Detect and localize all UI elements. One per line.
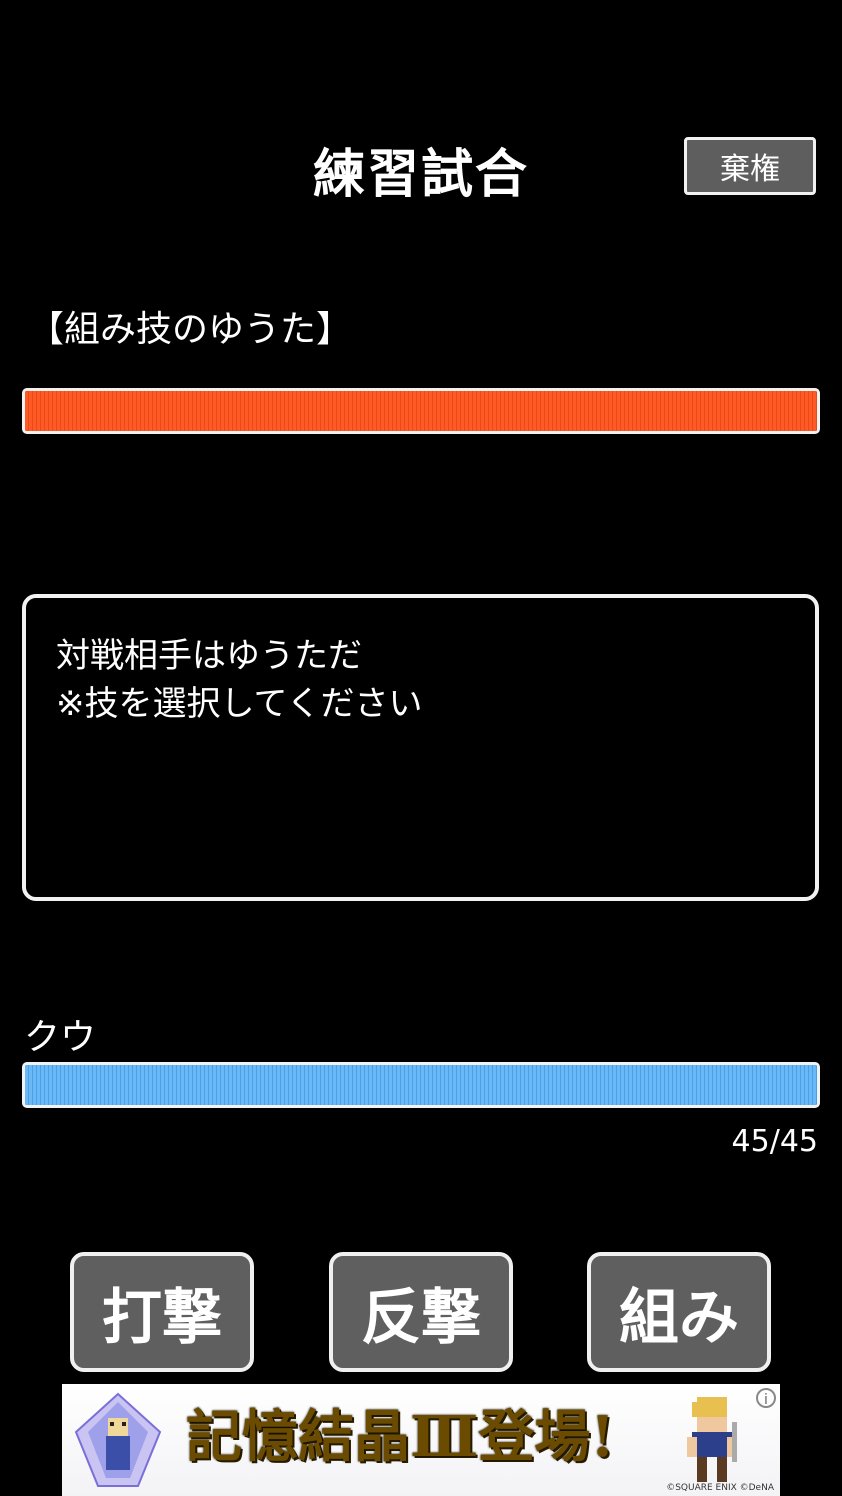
hp-separator: /	[769, 1124, 780, 1159]
crystal-character-icon	[74, 1392, 162, 1487]
enemy-hp-fill	[25, 391, 817, 431]
message-line-1: 対戦相手はゆうただ	[56, 636, 362, 676]
forfeit-button[interactable]: 棄権	[684, 137, 816, 195]
message-line-2: ※技を選択してください	[56, 684, 423, 724]
ad-headline: 記憶結晶Ⅲ登場!	[186, 1404, 615, 1470]
player-name: クウ	[24, 1017, 97, 1058]
player-hp-readout: 45/45	[732, 1124, 818, 1159]
player-hp-bar	[22, 1062, 820, 1108]
ad-copyright: ©SQUARE ENIX ©DeNA	[666, 1483, 774, 1493]
ad-banner[interactable]: 記憶結晶Ⅲ登場! i ©SQUARE ENIX ©DeNA	[62, 1384, 780, 1496]
strike-button[interactable]: 打撃	[70, 1252, 254, 1372]
hp-current: 45	[731, 1124, 770, 1159]
info-icon[interactable]: i	[756, 1388, 776, 1408]
hp-max: 45	[779, 1124, 818, 1159]
grapple-button[interactable]: 組み	[587, 1252, 771, 1372]
counter-button[interactable]: 反撃	[329, 1252, 513, 1372]
enemy-name: 【組み技のゆうた】	[28, 309, 353, 350]
pixel-hero-icon	[687, 1397, 737, 1482]
enemy-hp-bar	[22, 388, 820, 434]
player-hp-fill	[25, 1065, 817, 1105]
message-box: 対戦相手はゆうただ ※技を選択してください	[22, 594, 819, 901]
